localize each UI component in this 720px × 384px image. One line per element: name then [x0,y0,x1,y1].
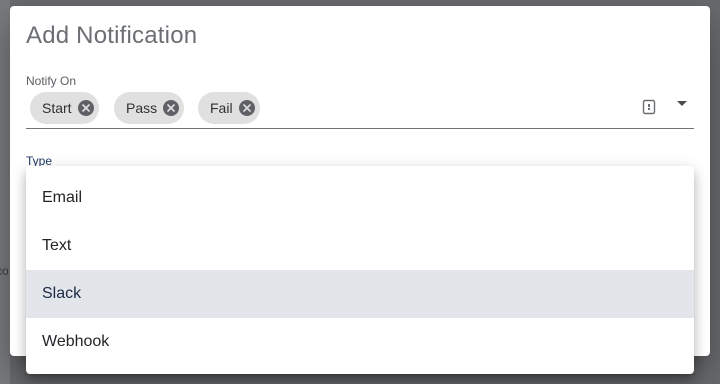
chevron-down-icon[interactable] [675,97,689,111]
background-fragment-text: co [0,264,9,278]
chip-start: Start [30,92,99,124]
dialog-title: Add Notification [26,22,198,49]
notify-on-field[interactable]: Start Pass Fail [26,86,694,129]
menu-item-webhook[interactable]: Webhook [26,318,694,366]
chip-remove-icon[interactable] [238,100,255,116]
chip-label: Start [42,100,72,116]
chip-fail: Fail [198,92,260,124]
type-dropdown-menu: Email Text Slack Webhook [26,166,694,374]
chip-label: Fail [210,100,233,116]
chip-remove-icon[interactable] [163,100,180,116]
background-panel [0,0,10,384]
menu-item-text[interactable]: Text [26,222,694,270]
chip-remove-icon[interactable] [77,100,94,116]
clear-all-icon[interactable] [642,99,656,115]
chip-pass: Pass [114,92,185,124]
menu-item-slack[interactable]: Slack [26,270,694,318]
menu-item-email[interactable]: Email [26,174,694,222]
chip-label: Pass [126,100,158,116]
